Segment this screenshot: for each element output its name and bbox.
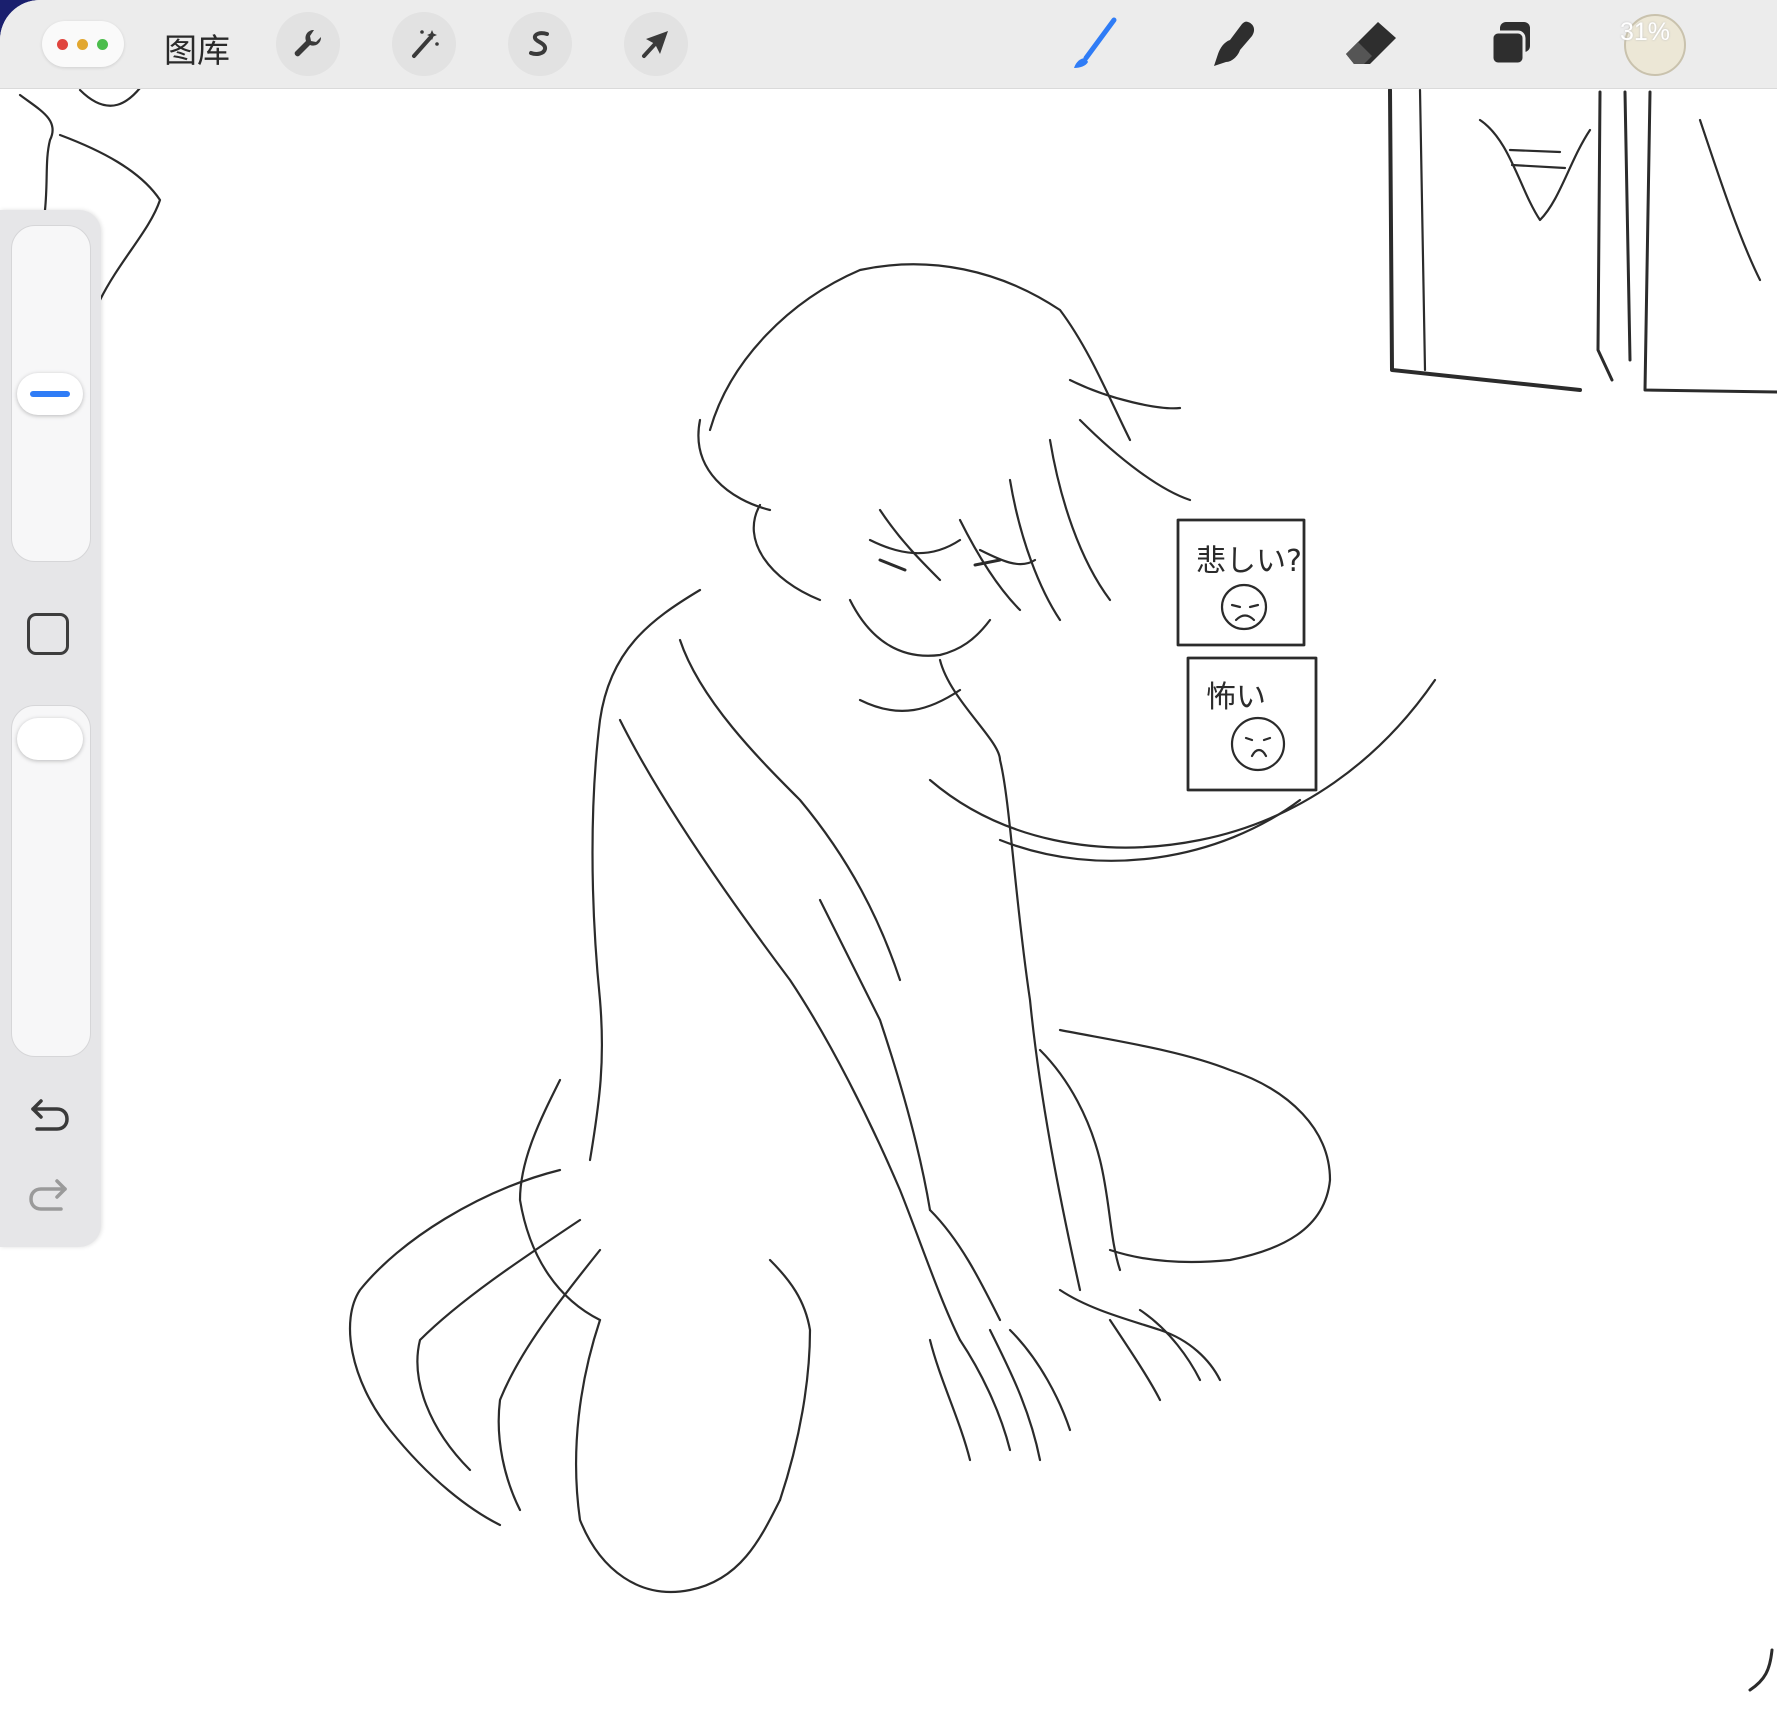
slider-active-indicator: [30, 391, 70, 397]
selection-s-icon: [529, 31, 549, 56]
layers-icon: [1490, 22, 1530, 66]
smudge-finger-icon: [1214, 21, 1255, 66]
adjustments-button[interactable]: [392, 12, 456, 76]
undo-button[interactable]: [27, 1095, 71, 1140]
maximize-dot-icon[interactable]: [97, 39, 108, 50]
redo-icon: [29, 1179, 67, 1211]
speech-card-sad-text: 悲しい?: [1196, 544, 1302, 579]
redo-button[interactable]: [27, 1175, 71, 1220]
opacity-slider-thumb[interactable]: [17, 718, 83, 760]
minimize-dot-icon[interactable]: [77, 39, 88, 50]
close-dot-icon[interactable]: [57, 39, 68, 50]
transform-button[interactable]: [624, 12, 688, 76]
layers-button[interactable]: [1482, 14, 1542, 74]
magic-wand-icon: [412, 30, 439, 58]
top-toolbar: 图库 31%: [0, 0, 1777, 89]
wrench-icon: [294, 29, 322, 57]
eraser-icon: [1346, 22, 1396, 64]
gallery-button[interactable]: 图库: [164, 24, 230, 72]
left-sidebar: [0, 210, 101, 1247]
speech-card-scared-text: 怖い: [1206, 680, 1266, 715]
brush-size-slider[interactable]: [11, 225, 91, 562]
smudge-button[interactable]: [1202, 14, 1262, 74]
window-controls[interactable]: [42, 21, 124, 67]
selection-button[interactable]: [508, 12, 572, 76]
arrow-cursor-icon: [642, 31, 668, 58]
drawing-canvas[interactable]: [0, 0, 1777, 1715]
brush-icon: [1074, 17, 1117, 68]
brush-size-slider-thumb[interactable]: [17, 373, 83, 415]
modify-square-button[interactable]: [27, 613, 69, 655]
actions-button[interactable]: [276, 12, 340, 76]
undo-icon: [31, 1099, 69, 1131]
brush-button[interactable]: [1064, 14, 1124, 74]
app-screen: 悲しい? 怖い 图库 31%: [0, 0, 1777, 1715]
battery-status: 31%: [1620, 18, 1671, 46]
eraser-button[interactable]: [1342, 14, 1402, 74]
opacity-slider[interactable]: [11, 705, 91, 1057]
